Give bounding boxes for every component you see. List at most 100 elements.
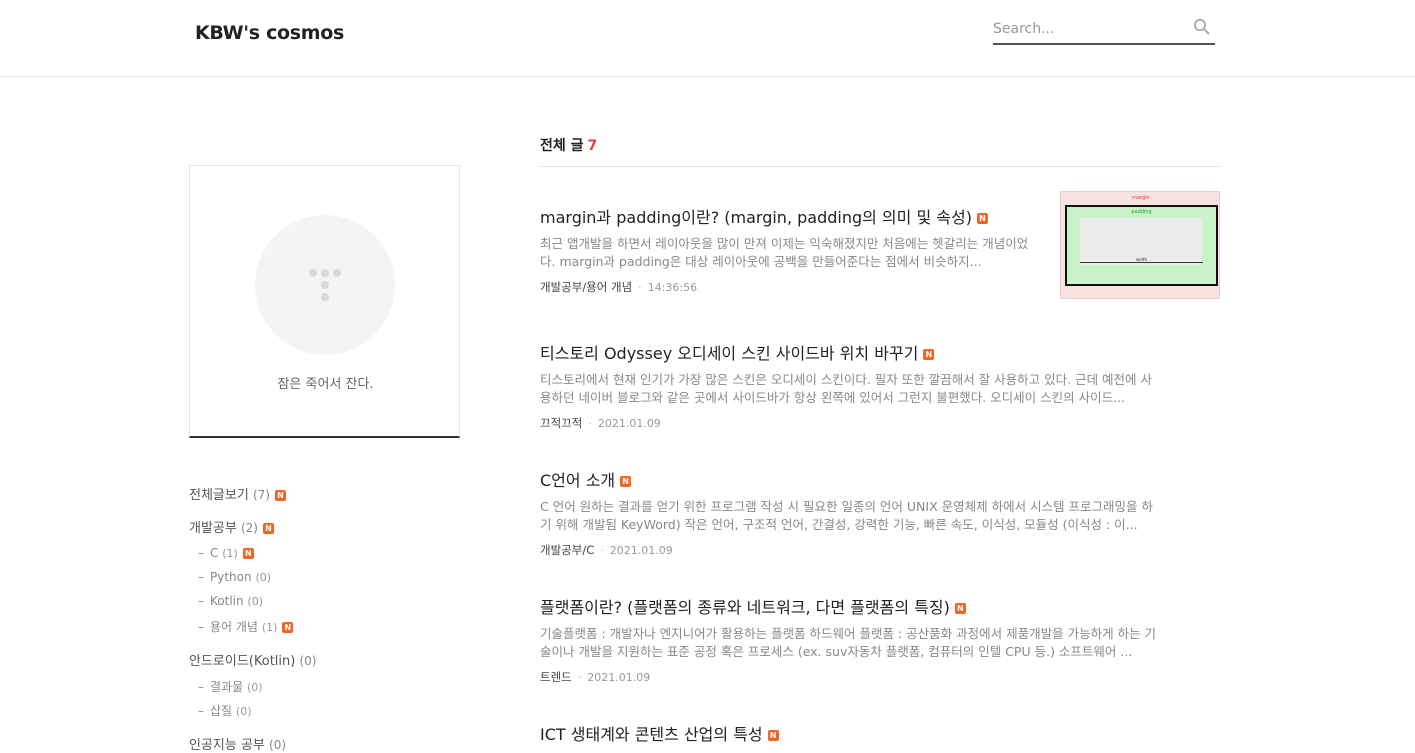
category-count: (1) [261, 621, 278, 634]
post-title[interactable]: margin과 padding이란? (margin, padding의 의미 … [540, 204, 1030, 228]
post-item[interactable]: 티스토리 Odyssey 오디세이 스킨 사이드바 위치 바꾸기 N 티스토리에서… [540, 340, 1220, 431]
category-count: (0) [247, 595, 264, 608]
category-count: (0) [299, 654, 317, 668]
new-badge-icon: N [262, 523, 274, 534]
post-date: 2021.01.09 [597, 417, 661, 430]
search-icon[interactable] [1193, 18, 1211, 36]
dash-icon: – [198, 704, 204, 718]
profile-card: 잠은 죽어서 잔다. [189, 165, 460, 438]
category-python[interactable]: – Python (0) [198, 570, 271, 584]
post-thumbnail[interactable]: margin padding width [1060, 191, 1220, 299]
search-box [993, 16, 1215, 45]
category-count: (2) [240, 521, 258, 535]
new-badge-icon: N [923, 349, 935, 360]
post-total-count: 7 [587, 138, 598, 154]
category-label: Python [210, 570, 252, 584]
dash-icon: – [198, 570, 204, 584]
post-title-text: 플랫폼이란? (플랫폼의 종류와 네트워크, 다면 플랫폼의 특징) [540, 598, 950, 617]
meta-separator: · [588, 417, 592, 430]
post-list-heading: 전체 글7 [540, 135, 1220, 167]
post-body: C언어 소개 N C 언어 원하는 결과를 얻기 위한 프로그램 작성 시 필요한… [540, 467, 1160, 558]
new-badge-icon: N [242, 548, 254, 559]
new-badge-icon: N [976, 213, 988, 224]
post-title-text: ICT 생태계와 콘텐츠 산업의 특성 [540, 725, 763, 744]
post-title-text: margin과 padding이란? (margin, padding의 의미 … [540, 208, 972, 227]
post-title-text: 티스토리 Odyssey 오디세이 스킨 사이드바 위치 바꾸기 [540, 344, 919, 363]
category-count: (1) [222, 547, 238, 560]
post-item[interactable]: 플랫폼이란? (플랫폼의 종류와 네트워크, 다면 플랫폼의 특징) N 기술플랫… [540, 594, 1220, 685]
post-category[interactable]: 끄적끄적 [540, 416, 582, 430]
category-count: (7) [252, 488, 270, 502]
new-badge-icon: N [767, 730, 779, 741]
category-terms[interactable]: – 용어 개념 (1) N [198, 618, 294, 635]
new-badge-icon: N [620, 476, 632, 487]
post-item[interactable]: ICT 생태계와 콘텐츠 산업의 특성 N [540, 721, 1220, 745]
post-body: 티스토리 Odyssey 오디세이 스킨 사이드바 위치 바꾸기 N 티스토리에서… [540, 340, 1160, 431]
post-title[interactable]: ICT 생태계와 콘텐츠 산업의 특성 N [540, 721, 1160, 745]
post-category[interactable]: 트렌드 [540, 670, 572, 684]
thumbnail-margin-label: margin [1132, 195, 1150, 201]
post-excerpt: 최근 앱개발을 하면서 레이아웃을 많이 만져 이제는 익숙해졌지만 처음에는 … [540, 236, 1029, 269]
category-label: 삽질 [210, 704, 233, 718]
post-body: 플랫폼이란? (플랫폼의 종류와 네트워크, 다면 플랫폼의 특징) N 기술플랫… [540, 594, 1160, 685]
dash-icon: – [198, 594, 204, 608]
post-item[interactable]: margin과 padding이란? (margin, padding의 의미 … [540, 191, 1220, 299]
category-count: (0) [235, 705, 252, 718]
thumbnail-width-label: width [1135, 257, 1148, 262]
profile-description: 잠은 죽어서 잔다. [277, 377, 374, 392]
category-results[interactable]: – 결과물 (0) [198, 678, 263, 695]
post-title[interactable]: C언어 소개 N [540, 467, 1160, 491]
category-ai[interactable]: 인공지능 공부 (0) [189, 734, 286, 753]
meta-separator: · [638, 281, 642, 294]
new-badge-icon: N [282, 622, 294, 633]
post-body: margin과 padding이란? (margin, padding의 의미 … [540, 204, 1030, 295]
category-label: 용어 개념 [210, 620, 258, 634]
category-android[interactable]: 안드로이드(Kotlin) (0) [189, 650, 316, 669]
post-title[interactable]: 티스토리 Odyssey 오디세이 스킨 사이드바 위치 바꾸기 N [540, 340, 1160, 364]
category-label: 안드로이드(Kotlin) [189, 654, 296, 669]
category-label: C [210, 546, 219, 560]
thumbnail-width-arrow [1080, 262, 1203, 263]
avatar[interactable] [255, 215, 395, 355]
post-date: 2021.01.09 [609, 544, 673, 557]
category-label: Kotlin [210, 594, 244, 608]
new-badge-icon: N [954, 603, 966, 614]
post-excerpt: 기술플랫폼 : 개발자나 엔지니어가 활용하는 플랫폼 하드웨어 플랫폼 : 공… [540, 626, 1157, 659]
category-kotlin[interactable]: – Kotlin (0) [198, 594, 263, 608]
post-excerpt: C 언어 원하는 결과를 얻기 위한 프로그램 작성 시 필요한 일종의 언어 … [540, 499, 1154, 532]
category-count: (0) [269, 738, 287, 752]
post-date: 2021.01.09 [587, 671, 651, 684]
meta-separator: · [577, 671, 582, 684]
thumbnail-padding-label: padding [1131, 209, 1152, 215]
search-input[interactable] [993, 18, 1183, 40]
post-body: ICT 생태계와 콘텐츠 산업의 특성 N [540, 721, 1160, 745]
category-dev-study[interactable]: 개발공부 (2) N [189, 517, 274, 536]
category-label: 결과물 [210, 680, 244, 694]
post-title[interactable]: 플랫폼이란? (플랫폼의 종류와 네트워크, 다면 플랫폼의 특징) N [540, 594, 1160, 618]
category-c[interactable]: – C (1) N [198, 546, 254, 560]
post-date: 14:36:56 [647, 281, 698, 294]
category-trial[interactable]: – 삽질 (0) [198, 702, 252, 719]
blog-title[interactable]: KBW's cosmos [195, 22, 344, 44]
dash-icon: – [198, 620, 204, 634]
blog-header: KBW's cosmos [0, 0, 1415, 77]
thumbnail-border-box: padding width [1065, 205, 1218, 286]
dash-icon: – [198, 546, 204, 560]
post-meta: 개발공부/C · 2021.01.09 [540, 542, 1160, 558]
post-item[interactable]: C언어 소개 N C 언어 원하는 결과를 얻기 위한 프로그램 작성 시 필요한… [540, 467, 1220, 558]
post-list-title: 전체 글 [540, 138, 584, 154]
category-label: 개발공부 [189, 521, 237, 536]
post-meta: 끄적끄적 · 2021.01.09 [540, 415, 1160, 431]
meta-separator: · [600, 544, 604, 557]
post-meta: 트렌드 · 2021.01.09 [540, 669, 1160, 685]
post-category[interactable]: 개발공부/C [540, 543, 594, 557]
category-label: 인공지능 공부 [189, 738, 265, 753]
category-all[interactable]: 전체글보기 (7) N [189, 484, 286, 503]
category-count: (0) [255, 571, 272, 584]
post-meta: 개발공부/용어 개념 · 14:36:56 [540, 279, 1030, 295]
new-badge-icon: N [274, 490, 286, 501]
dash-icon: – [198, 680, 204, 694]
post-excerpt: 티스토리에서 현재 인기가 가장 많은 스킨은 오디세이 스킨이다. 필자 또한… [540, 372, 1153, 405]
post-category[interactable]: 개발공부/용어 개념 [540, 280, 632, 294]
post-title-text: C언어 소개 [540, 471, 616, 490]
